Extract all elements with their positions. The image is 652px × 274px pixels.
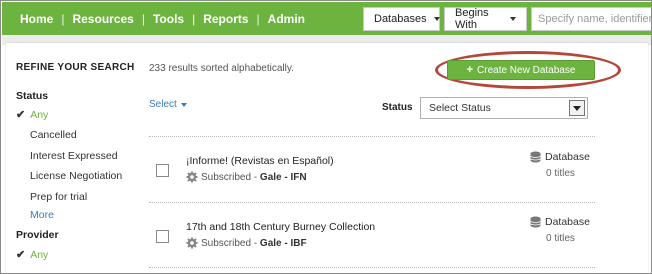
database-icon (530, 216, 541, 228)
row-type: Database (530, 216, 590, 228)
database-icon (530, 151, 541, 163)
status-filter-label: Status (382, 102, 413, 113)
row-checkbox[interactable] (156, 230, 169, 243)
caret-down-icon (180, 102, 187, 107)
facet-provider-any[interactable]: ✔ Any (16, 248, 49, 262)
checkmark-icon: ✔ (16, 109, 26, 121)
caret-down-icon (510, 17, 516, 21)
nav-separator: | (192, 11, 196, 26)
facet-provider-any-label: Any (30, 248, 49, 261)
nav-resources[interactable]: Resources (72, 12, 133, 26)
bulk-select-dropdown[interactable]: Select (149, 99, 187, 110)
divider (149, 136, 595, 137)
top-nav-bar: Home | Resources | Tools | Reports | Adm… (2, 2, 651, 35)
facet-status-interest-expressed[interactable]: Interest Expressed (30, 150, 118, 162)
begins-with-dropdown-label: Begins With (455, 7, 489, 31)
divider (149, 202, 595, 203)
search-input[interactable] (531, 7, 651, 31)
row-type-label: Database (545, 216, 590, 228)
refine-title: REFINE YOUR SEARCH (16, 62, 135, 73)
app-window: Home | Resources | Tools | Reports | Adm… (0, 0, 652, 274)
nav-separator: | (61, 11, 65, 26)
plus-icon: + (466, 64, 474, 76)
row-provider-code: Gale - IBF (259, 237, 307, 249)
status-filter-select[interactable]: Select Status (420, 97, 588, 119)
nav-separator: | (256, 11, 260, 26)
create-new-database-label: Create New Database (477, 64, 576, 76)
search-tools: Databases Begins With (363, 7, 651, 31)
facet-status-more-link[interactable]: More (30, 209, 54, 221)
create-new-database-button[interactable]: + Create New Database (447, 60, 595, 80)
nav-separator: | (141, 11, 145, 26)
begins-with-dropdown[interactable]: Begins With (444, 7, 527, 31)
row-subtitle: Subscribed - Gale - IBF (186, 237, 307, 249)
row-sub-sep: - (251, 171, 260, 183)
main-nav: Home | Resources | Tools | Reports | Adm… (2, 2, 305, 35)
row-title-count: 0 titles (546, 233, 575, 244)
refine-sidebar: REFINE YOUR SEARCH Status ✔ Any Cancelle… (16, 62, 141, 261)
row-type: Database (530, 151, 590, 163)
checkmark-icon: ✔ (16, 249, 26, 261)
facet-status-prep-for-trial[interactable]: Prep for trial (30, 191, 87, 203)
nav-home[interactable]: Home (20, 12, 53, 26)
databases-dropdown[interactable]: Databases (363, 7, 440, 31)
nav-reports[interactable]: Reports (203, 12, 248, 26)
caret-down-icon (433, 17, 440, 21)
facet-provider-heading: Provider (16, 229, 59, 241)
facet-status-license-negotiation[interactable]: License Negotiation (30, 170, 122, 182)
databases-dropdown-label: Databases (374, 13, 427, 25)
nav-admin[interactable]: Admin (268, 12, 305, 26)
row-status: Subscribed (201, 237, 252, 249)
results-count: 233 results sorted alphabetically. (149, 63, 294, 74)
row-checkbox[interactable] (156, 164, 169, 177)
dropdown-arrow-icon (569, 100, 585, 116)
facet-status-any-label: Any (30, 108, 49, 121)
row-status: Subscribed (201, 171, 252, 183)
row-type-label: Database (545, 151, 590, 163)
bulk-select-label: Select (149, 99, 177, 110)
facet-status-heading: Status (16, 90, 49, 102)
row-provider-code: Gale - IFN (259, 171, 307, 183)
row-sub-sep: - (251, 237, 260, 249)
facet-status-any[interactable]: ✔ Any (16, 108, 49, 122)
facet-status-cancelled[interactable]: Cancelled (30, 129, 77, 141)
row-title-count: 0 titles (546, 168, 575, 179)
row-title-link[interactable]: ¡Informe! (Revistas en Español) (186, 155, 334, 167)
gear-icon (186, 237, 198, 249)
row-title-link[interactable]: 17th and 18th Century Burney Collection (186, 221, 375, 233)
divider (149, 267, 595, 268)
gear-icon (186, 171, 198, 183)
nav-tools[interactable]: Tools (153, 12, 184, 26)
status-filter-value: Select Status (429, 102, 491, 114)
row-subtitle: Subscribed - Gale - IFN (186, 171, 307, 183)
